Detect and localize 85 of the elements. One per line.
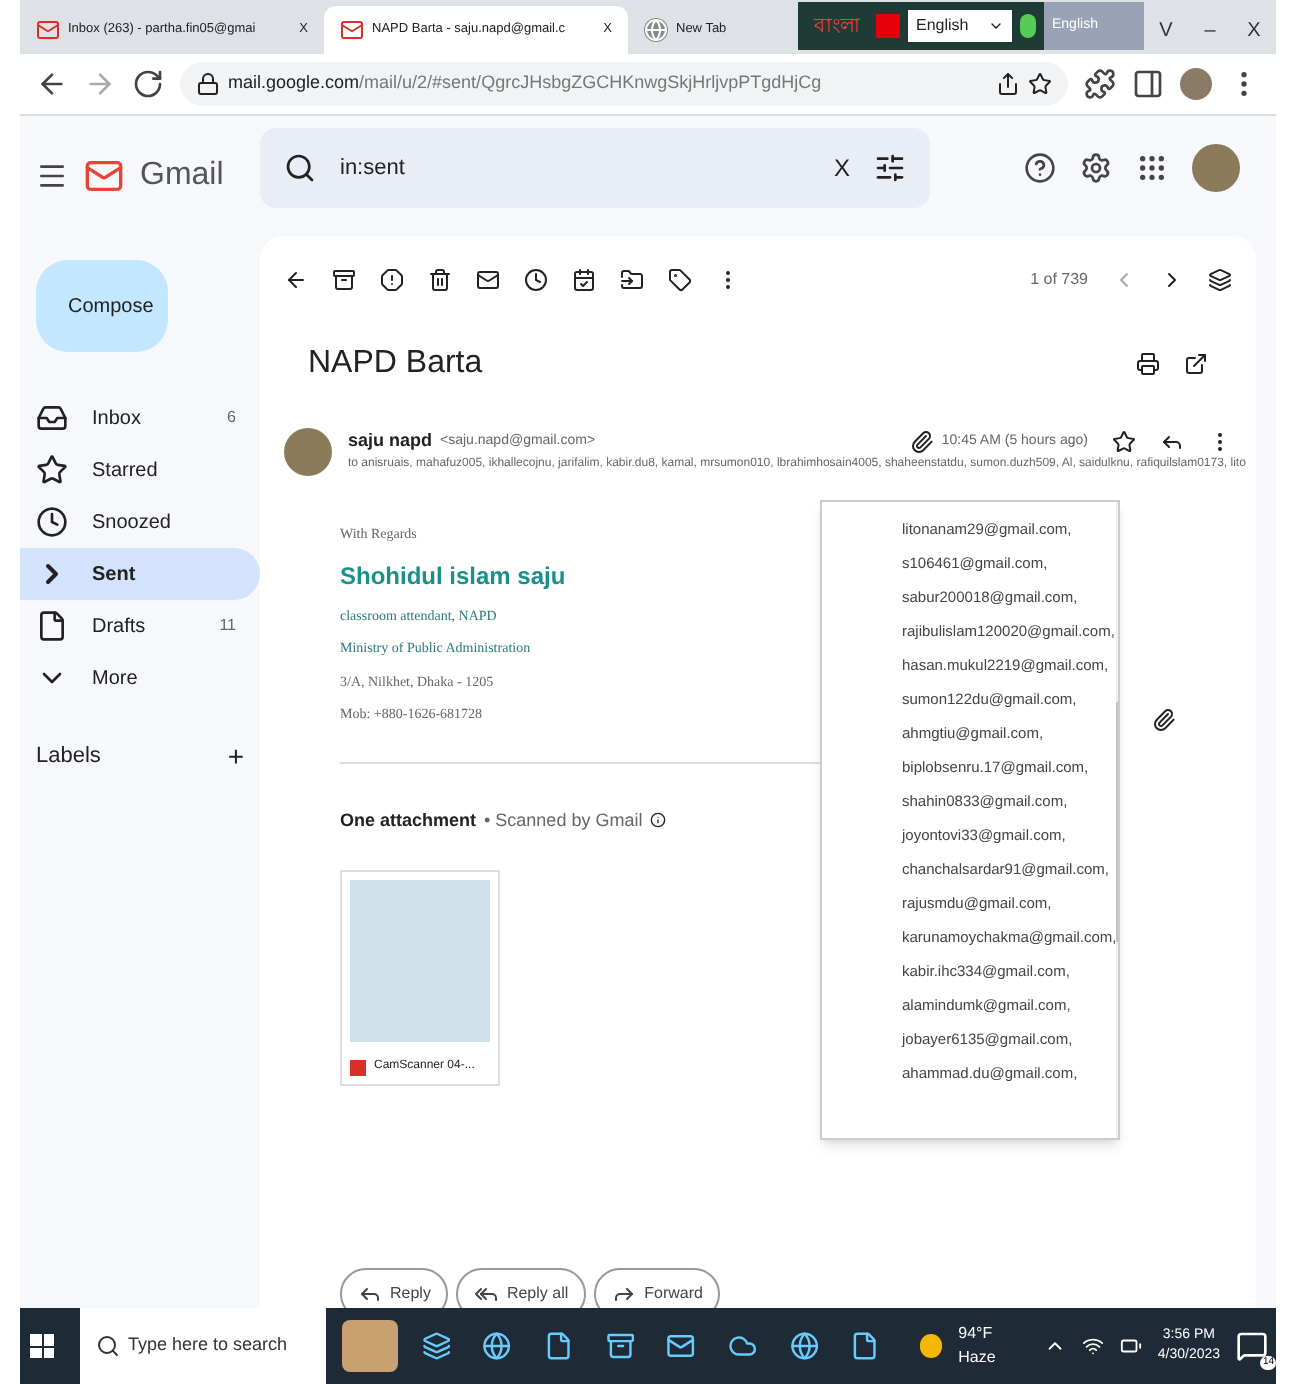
sender-avatar [284, 428, 332, 476]
weather-text: 94°F Haze [958, 1322, 998, 1370]
window-control[interactable]: V [1144, 6, 1188, 54]
attachment-icon [909, 429, 934, 454]
taskbar-search-field[interactable]: Type here to search [80, 1308, 327, 1384]
labels-heading: Labels [36, 742, 101, 773]
view-toggle-icon[interactable] [1208, 268, 1232, 292]
reply-all-icon [474, 1282, 499, 1306]
filter-icon[interactable] [874, 152, 906, 184]
gmail-logo-icon [84, 156, 124, 196]
gmail-icon [36, 18, 60, 42]
profile-avatar[interactable] [1180, 68, 1212, 100]
scan-note: • Scanned by Gmail [484, 807, 643, 834]
delete-icon[interactable] [428, 268, 452, 292]
inbox-icon [36, 402, 68, 434]
settings-icon[interactable] [1080, 152, 1112, 184]
bulb-icon [1020, 14, 1036, 38]
taskbar-app-icon[interactable] [605, 1330, 635, 1362]
sender-name: saju napd [348, 428, 433, 454]
signature-name: Shohidul islam saju [340, 559, 568, 593]
snooze-icon[interactable] [524, 268, 548, 292]
caret-icon[interactable] [988, 18, 1004, 34]
gmail-icon [340, 18, 364, 42]
reload-icon[interactable] [132, 68, 164, 100]
apps-icon[interactable] [1136, 152, 1168, 184]
address-bar[interactable]: mail.google.com/mail/u/2/#sent/QgrcJHsbgZGCHKnwgSkjHrljvpPTgdHjCg [180, 62, 1068, 106]
mark-unread-icon[interactable] [476, 268, 500, 292]
weather-icon [920, 1334, 943, 1358]
print-icon[interactable] [1136, 352, 1160, 376]
pdf-icon [350, 1059, 366, 1075]
share-icon[interactable] [996, 72, 1020, 96]
new-window-icon[interactable] [1184, 352, 1208, 376]
extensions-icon[interactable] [1084, 68, 1116, 100]
star-icon[interactable] [1112, 429, 1136, 454]
lock-icon [196, 72, 220, 96]
taskbar-app-icon[interactable] [666, 1330, 697, 1362]
sidebar-item[interactable]: Starred [20, 444, 260, 496]
side-panel-icon[interactable] [1132, 68, 1164, 100]
reply-icon [358, 1282, 382, 1306]
add-to-drive-icon[interactable] [1152, 708, 1176, 732]
globe-icon [644, 18, 668, 42]
info-icon[interactable] [650, 812, 667, 829]
clock-icon [36, 506, 68, 538]
report-spam-icon[interactable] [380, 268, 404, 292]
back-icon[interactable] [36, 68, 68, 100]
attachment-title: One attachment [340, 807, 477, 833]
sidebar-item[interactable]: More [20, 652, 260, 704]
back-icon[interactable] [284, 268, 308, 292]
taskbar-app-icon[interactable] [544, 1330, 574, 1362]
sidebar-item[interactable]: Sent [20, 548, 260, 600]
page-count: 1 of 739 [1030, 268, 1088, 292]
url-host: mail.google.com [228, 70, 360, 97]
compose-button[interactable]: Compose [36, 260, 168, 352]
draft-icon [36, 610, 68, 642]
url-path: /mail/u/2/#sent/QgrcJHsbgZGCHKnwgSkjHrljvpPTgdHjCg [359, 70, 822, 97]
taskbar-app-icon[interactable] [850, 1330, 881, 1362]
move-to-icon[interactable] [620, 268, 644, 292]
help-icon[interactable] [1024, 152, 1056, 184]
menu-icon[interactable] [36, 160, 68, 192]
search-icon[interactable] [284, 152, 316, 184]
taskbar-app-icon[interactable] [728, 1330, 758, 1362]
sidebar-item[interactable]: Snoozed [20, 496, 260, 548]
gmail-logo[interactable]: Gmail [140, 152, 224, 200]
window-control[interactable]: X [1232, 6, 1276, 54]
add-label-button[interactable]: + [227, 736, 244, 778]
language-select[interactable]: English [908, 10, 1012, 42]
profile-avatar[interactable] [1192, 144, 1240, 192]
sidebar-item[interactable]: Inbox 6 [20, 392, 260, 444]
star-icon [36, 454, 68, 486]
keyboard-icon [876, 14, 900, 38]
clear-search-button[interactable]: X [833, 150, 850, 186]
search-field[interactable]: in:sent X [260, 128, 930, 208]
taskbar-app-icon[interactable] [789, 1330, 819, 1362]
battery-icon[interactable] [1119, 1334, 1142, 1358]
add-task-icon[interactable] [572, 268, 596, 292]
forward-icon [612, 1282, 637, 1306]
sidebar-item[interactable]: Drafts 11 [20, 600, 260, 652]
email-subject: NAPD Barta [308, 344, 485, 384]
archive-icon[interactable] [332, 268, 356, 292]
taskbar-app-icon[interactable] [482, 1330, 513, 1362]
taskbar-app-icon[interactable] [421, 1330, 451, 1362]
window-control[interactable]: – [1188, 6, 1232, 54]
search-icon [96, 1334, 120, 1358]
bookmark-star-icon[interactable] [1028, 72, 1052, 96]
label-icon[interactable] [668, 268, 692, 292]
